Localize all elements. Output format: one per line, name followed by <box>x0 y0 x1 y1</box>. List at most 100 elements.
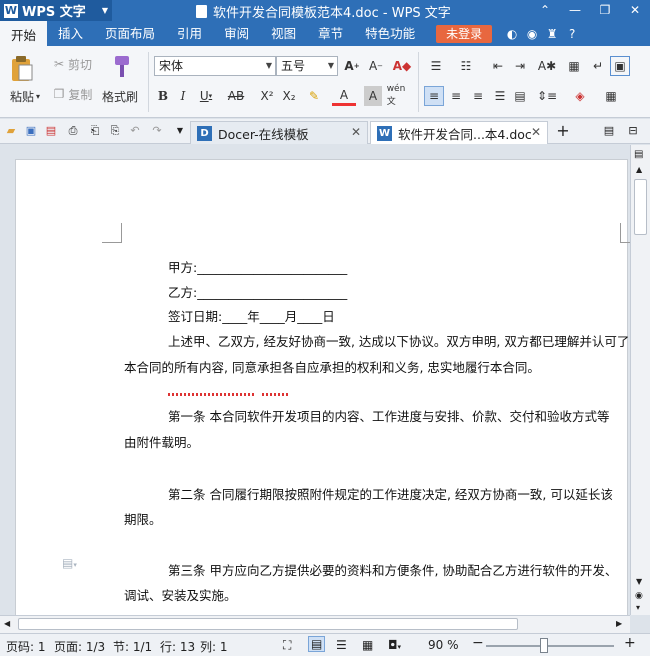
document-area: 甲方:________________________ 乙方:_________… <box>0 145 630 615</box>
bullet-list-icon[interactable]: ☰ <box>424 56 448 76</box>
horizontal-scrollbar[interactable]: ◀ ▶ <box>0 615 630 633</box>
superscript-button[interactable]: X² <box>258 86 276 106</box>
tab-insert[interactable]: 插入 <box>47 21 94 46</box>
paragraph-options-icon[interactable]: ▤▾ <box>62 556 77 570</box>
zoom-slider[interactable] <box>486 645 614 647</box>
new-tab-icon[interactable]: + <box>556 123 570 139</box>
copy-button[interactable]: ❐ 复制 <box>50 86 96 102</box>
print-preview-icon[interactable]: ⎗ <box>88 124 102 138</box>
grow-font-button[interactable]: A + <box>342 56 362 76</box>
zoom-slider-thumb[interactable] <box>540 638 548 653</box>
tab-docer[interactable]: D Docer-在线模板 ✕ <box>190 121 368 144</box>
section-count: 节: 1/1 <box>113 640 153 654</box>
maximize-button[interactable]: ❐ <box>592 0 618 21</box>
table-icon[interactable]: ▦ <box>564 56 584 76</box>
fullscreen-icon[interactable]: ⛶ <box>283 638 291 653</box>
hscroll-thumb[interactable] <box>18 618 518 630</box>
zoom-in-icon[interactable]: + <box>624 635 636 651</box>
export-pdf-icon[interactable]: ▤ <box>44 124 58 138</box>
tab-features[interactable]: 特色功能 <box>354 21 426 46</box>
numbered-list-icon[interactable]: ☷ <box>454 56 478 76</box>
align-left-icon[interactable]: ≡ <box>424 86 444 106</box>
italic-button[interactable]: I <box>174 86 192 106</box>
show-marks-icon[interactable]: ↵ <box>588 56 608 76</box>
increase-indent-icon[interactable]: ⇥ <box>510 56 530 76</box>
fill-color-icon[interactable]: ◈ <box>568 86 592 106</box>
cut-button[interactable]: ✂ 剪切 <box>50 56 96 72</box>
font-size-select[interactable]: 五号 ▼ <box>276 56 338 76</box>
paste-label[interactable]: 粘贴 ▾ <box>4 88 46 104</box>
char-shading-icon[interactable]: A <box>364 86 382 106</box>
zoom-out-icon[interactable]: − <box>472 635 484 651</box>
sync-icon[interactable]: ◉ <box>522 27 542 41</box>
format-painter-button[interactable]: 格式刷 <box>98 88 142 104</box>
close-icon[interactable]: ✕ <box>531 125 541 139</box>
tab-document[interactable]: W 软件开发合同...本4.doc ✕ <box>370 121 548 144</box>
prev-page-icon[interactable]: ◉ <box>635 591 643 601</box>
redo-icon[interactable]: ↷ <box>150 124 164 138</box>
open-folder-icon[interactable]: ▰ <box>4 124 18 138</box>
view-options-icon[interactable]: ▤ <box>634 149 643 160</box>
tab-list-icon[interactable]: ⊟ <box>626 124 640 138</box>
skin-icon[interactable]: ♜ <box>542 27 562 41</box>
text-direction-icon[interactable]: A✱ <box>534 56 560 76</box>
bold-button[interactable]: B <box>154 86 172 106</box>
align-right-icon[interactable]: ≡ <box>468 86 488 106</box>
subscript-button[interactable]: X₂ <box>280 86 298 106</box>
font-color-icon[interactable]: A <box>332 86 356 106</box>
decrease-indent-icon[interactable]: ⇤ <box>488 56 508 76</box>
borders-icon[interactable]: ▦ <box>600 86 622 106</box>
quick-access-toolbar: ▰ ▣ ▤ ⎙ ⎗ ⎘ ↶ ↷ ▼ D Docer-在线模板 ✕ W 软件开发合… <box>0 119 650 144</box>
reading-view-icon[interactable]: ◘▾ <box>388 638 401 652</box>
customize-toolbar-icon[interactable]: ▼ <box>173 124 187 138</box>
scroll-thumb[interactable] <box>634 179 647 235</box>
justify-icon[interactable]: ☰ <box>490 86 510 106</box>
shrink-font-button[interactable]: A − <box>366 56 386 76</box>
cloud-icon[interactable]: ◐ <box>502 27 522 41</box>
outline-view-icon[interactable]: ☰ <box>336 638 347 652</box>
web-view-icon[interactable]: ▦ <box>362 638 373 652</box>
scroll-up-icon[interactable]: ▲ <box>636 165 642 174</box>
tab-references[interactable]: 引用 <box>166 21 213 46</box>
strikethrough-button[interactable]: AB <box>222 86 250 106</box>
tab-view[interactable]: 视图 <box>260 21 307 46</box>
help-icon[interactable]: ? <box>562 27 582 41</box>
align-center-icon[interactable]: ≡ <box>446 86 466 106</box>
phonetic-guide-icon[interactable]: wén 文 <box>386 84 406 107</box>
tab-review[interactable]: 审阅 <box>213 21 260 46</box>
page-border-icon[interactable]: ▣ <box>610 56 630 76</box>
format-painter-icon[interactable] <box>101 52 137 82</box>
tab-page-layout[interactable]: 页面布局 <box>94 21 166 46</box>
clear-format-icon[interactable]: A◆ <box>392 56 412 76</box>
scroll-right-icon[interactable]: ▶ <box>616 619 622 628</box>
save-icon[interactable]: ▣ <box>24 124 38 138</box>
title-bar: W WPS 文字 ▼ 软件开发合同模板范本4.doc - WPS 文字 ⌃ — … <box>0 0 650 21</box>
next-page-icon[interactable]: ▾ <box>636 603 640 612</box>
spellcheck-icon[interactable]: ⎘ <box>108 124 122 138</box>
scroll-left-icon[interactable]: ◀ <box>4 619 10 628</box>
distribute-icon[interactable]: ▤ <box>510 86 530 106</box>
underline-button[interactable]: U ▾ <box>194 86 218 106</box>
collapse-ribbon-button[interactable]: ⌃ <box>532 0 558 21</box>
highlight-icon[interactable]: ✎ <box>302 86 326 106</box>
app-menu-button[interactable]: W WPS 文字 ▼ <box>0 0 112 21</box>
ribbon: 粘贴 ▾ ✂ 剪切 ❐ 复制 格式刷 宋体 ▼ 五号 ▼ A + A − A◆ B I U ▾ … <box>0 46 650 118</box>
login-button[interactable]: 未登录 <box>436 24 493 43</box>
paste-button[interactable] <box>8 54 36 84</box>
page-view-icon[interactable]: ▤ <box>308 636 326 652</box>
document-page[interactable]: 甲方:________________________ 乙方:_________… <box>15 159 630 615</box>
page-number: 页码: 1 <box>6 640 46 654</box>
minimize-button[interactable]: — <box>562 0 588 21</box>
scroll-down-icon[interactable]: ▼ <box>636 577 642 586</box>
tab-sections[interactable]: 章节 <box>307 21 354 46</box>
font-name-select[interactable]: 宋体 ▼ <box>154 56 276 76</box>
print-icon[interactable]: ⎙ <box>66 124 80 138</box>
vertical-scrollbar[interactable]: ▤ ▲ ▼ ◉ ▾ <box>630 145 650 615</box>
tab-menu-icon[interactable]: ▤ <box>602 124 616 138</box>
undo-icon[interactable]: ↶ <box>128 124 142 138</box>
close-icon[interactable]: ✕ <box>351 125 361 139</box>
close-button[interactable]: ✕ <box>622 0 648 21</box>
tab-home[interactable]: 开始 <box>0 21 48 46</box>
line-spacing-icon[interactable]: ⇕≡ <box>536 86 558 106</box>
zoom-level[interactable]: 90 % <box>428 638 459 652</box>
